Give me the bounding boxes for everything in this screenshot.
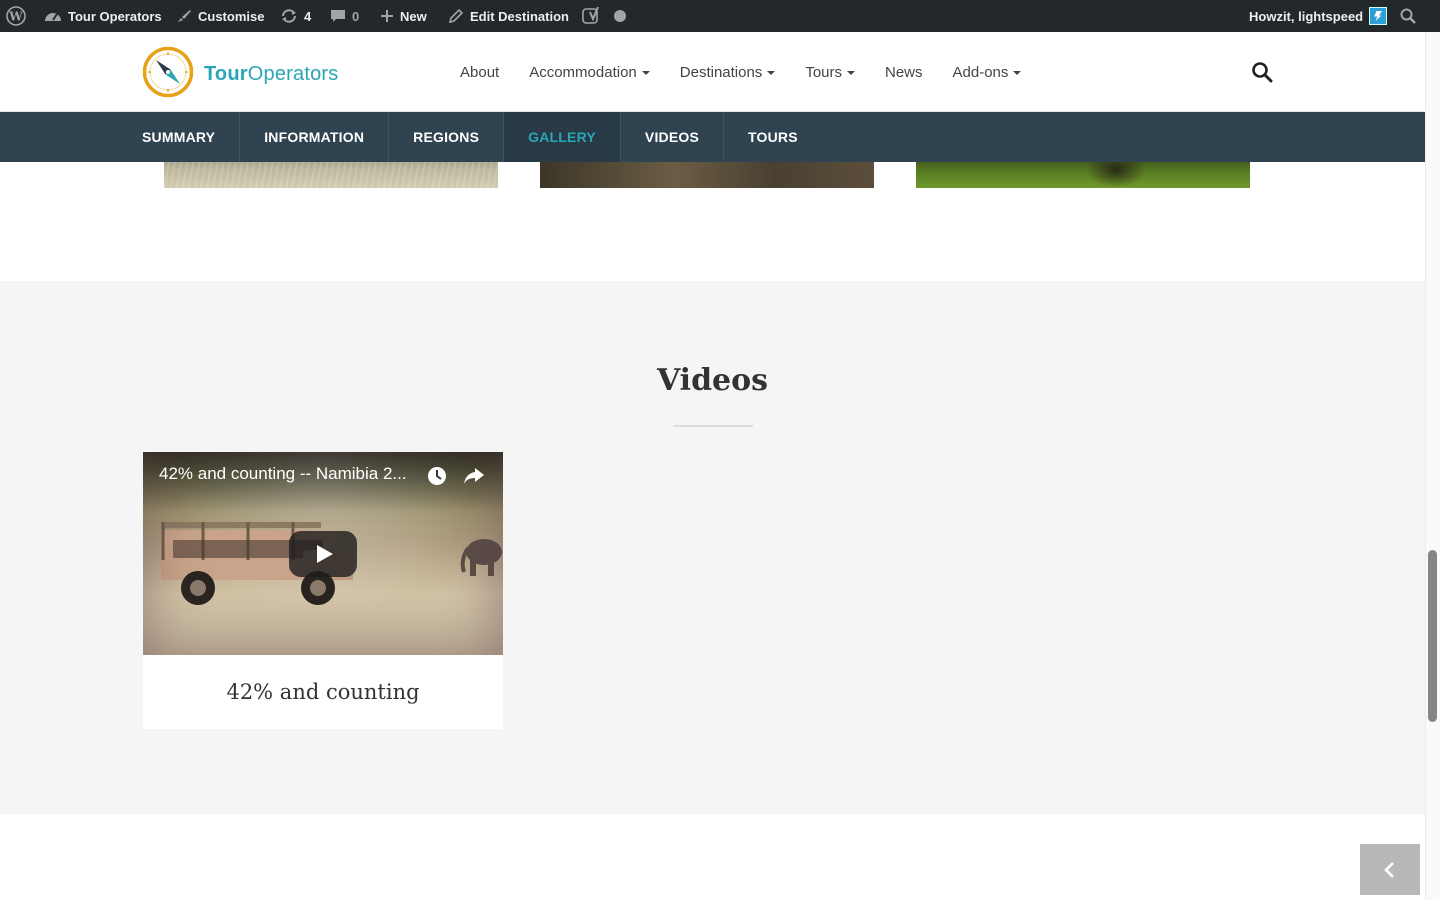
new-content-link[interactable]: New [380, 0, 427, 32]
edit-destination-link[interactable]: Edit Destination [448, 0, 569, 32]
nav-add-ons[interactable]: Add-ons [953, 64, 1022, 81]
comments-link[interactable]: 0 [330, 0, 359, 32]
nav-label: News [885, 63, 923, 81]
search-icon [1252, 62, 1273, 83]
account-menu[interactable]: Howzit, lightspeed [1249, 0, 1388, 32]
section-tab-gallery[interactable]: GALLERY [504, 112, 621, 162]
caret-down-icon [641, 71, 650, 75]
svg-text:W: W [8, 10, 23, 24]
dashboard-icon [44, 8, 62, 24]
admin-bar: W Tour Operators Customise 4 0 New Edit … [0, 0, 1440, 32]
wp-logo-menu[interactable]: W [6, 0, 26, 32]
site-name-menu[interactable]: Tour Operators [44, 0, 162, 32]
nav-destinations[interactable]: Destinations [680, 64, 776, 81]
comments-count: 0 [352, 8, 360, 24]
play-button[interactable] [289, 531, 357, 577]
section-tab-videos[interactable]: VIDEOS [621, 112, 725, 162]
video-caption[interactable]: 42% and counting [143, 655, 503, 729]
wordpress-icon: W [6, 6, 26, 26]
videos-section: Videos 42% and counting -- Namibia 2... [0, 281, 1425, 814]
edit-label: Edit Destination [470, 8, 569, 24]
nav-tours[interactable]: Tours [805, 64, 855, 81]
section-nav: SUMMARY INFORMATION REGIONS GALLERY VIDE… [0, 112, 1425, 162]
compass-icon [142, 46, 194, 103]
customise-label: Customise [198, 8, 265, 24]
plus-icon [380, 9, 394, 23]
updates-count: 4 [304, 8, 312, 24]
updates-link[interactable]: 4 [280, 0, 311, 32]
caret-down-icon [767, 71, 776, 75]
clock-icon[interactable] [427, 466, 447, 486]
seo-status-dot [614, 10, 626, 22]
nav-label: About [460, 63, 500, 81]
site-logo[interactable]: TourOperators [142, 46, 338, 103]
pencil-icon [448, 8, 464, 24]
scrollbar-track[interactable] [1425, 32, 1440, 900]
updates-icon [280, 8, 298, 24]
seo-menu[interactable] [582, 0, 626, 32]
search-icon [1400, 8, 1416, 24]
new-label: New [400, 8, 427, 24]
nav-label: Accommodation [529, 63, 637, 81]
nav-label: Tours [805, 63, 842, 81]
section-tab-regions[interactable]: REGIONS [389, 112, 505, 162]
chevron-left-icon [1384, 861, 1394, 878]
nav-about[interactable]: About [460, 64, 499, 81]
site-name: Tour Operators [68, 8, 162, 24]
section-tab-summary[interactable]: SUMMARY [118, 112, 241, 162]
site-header: TourOperators About Accommodation Destin… [0, 32, 1425, 112]
nav-accommodation[interactable]: Accommodation [529, 64, 650, 81]
adminbar-search[interactable] [1400, 0, 1416, 32]
main-nav: About Accommodation Destinations Tours N… [460, 32, 1051, 112]
comment-icon [330, 8, 346, 24]
section-tab-information[interactable]: INFORMATION [240, 112, 390, 162]
site-search-button[interactable] [1250, 60, 1274, 84]
customise-link[interactable]: Customise [176, 0, 264, 32]
section-tab-tours[interactable]: TOURS [724, 112, 822, 162]
nav-news[interactable]: News [885, 64, 923, 81]
nav-label: Add-ons [952, 63, 1009, 81]
share-icon[interactable] [463, 466, 485, 486]
scrollbar-thumb[interactable] [1428, 550, 1437, 722]
avatar [1369, 7, 1388, 25]
video-title[interactable]: 42% and counting -- Namibia 2... [159, 464, 419, 484]
video-card: 42% and counting -- Namibia 2... 42% and… [143, 452, 503, 729]
yoast-icon [582, 7, 602, 25]
logo-text: TourOperators [204, 63, 339, 85]
caret-down-icon [847, 71, 855, 75]
caret-down-icon [1013, 71, 1022, 75]
greeting: Howzit, lightspeed [1249, 8, 1364, 24]
nav-label: Destinations [679, 63, 763, 81]
section-title: Videos [656, 363, 769, 398]
back-to-top-button[interactable] [1360, 844, 1420, 895]
brush-icon [176, 8, 192, 24]
title-divider [673, 425, 753, 427]
video-player[interactable]: 42% and counting -- Namibia 2... [143, 452, 503, 655]
